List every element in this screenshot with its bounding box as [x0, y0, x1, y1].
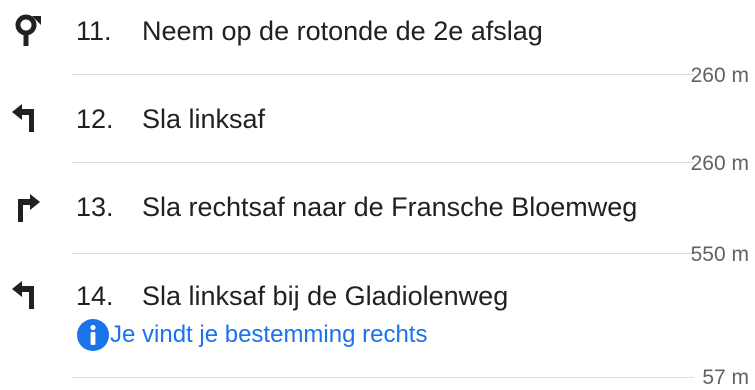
info-icon: [76, 318, 110, 352]
step-instruction: Neem op de rotonde de 2e afslag: [142, 16, 543, 46]
step-number: 13.: [76, 192, 114, 222]
roundabout-icon: [8, 12, 44, 48]
destination-note: Je vindt je bestemming rechts: [76, 318, 427, 352]
note-text: Je vindt je bestemming rechts: [110, 321, 428, 348]
step-distance: 260 m: [690, 152, 749, 175]
turn-left-icon: [8, 277, 44, 313]
step-instruction: Sla rechtsaf naar de Fransche Bloemweg: [142, 192, 638, 222]
divider: [72, 377, 694, 378]
step-distance: 260 m: [690, 64, 749, 87]
step-number: 12.: [76, 104, 114, 134]
divider: [72, 253, 694, 254]
divider: [72, 162, 694, 163]
step-instruction: Sla linksaf bij de Gladiolenweg: [142, 281, 509, 311]
divider: [72, 74, 694, 75]
step-number: 11.: [76, 16, 112, 46]
turn-left-icon: [8, 100, 44, 136]
step-number: 14.: [76, 281, 114, 311]
step-instruction: Sla linksaf: [142, 104, 266, 134]
turn-right-icon: [8, 190, 44, 226]
step-distance: 550 m: [690, 243, 749, 266]
step-distance: 57 m: [702, 366, 749, 389]
